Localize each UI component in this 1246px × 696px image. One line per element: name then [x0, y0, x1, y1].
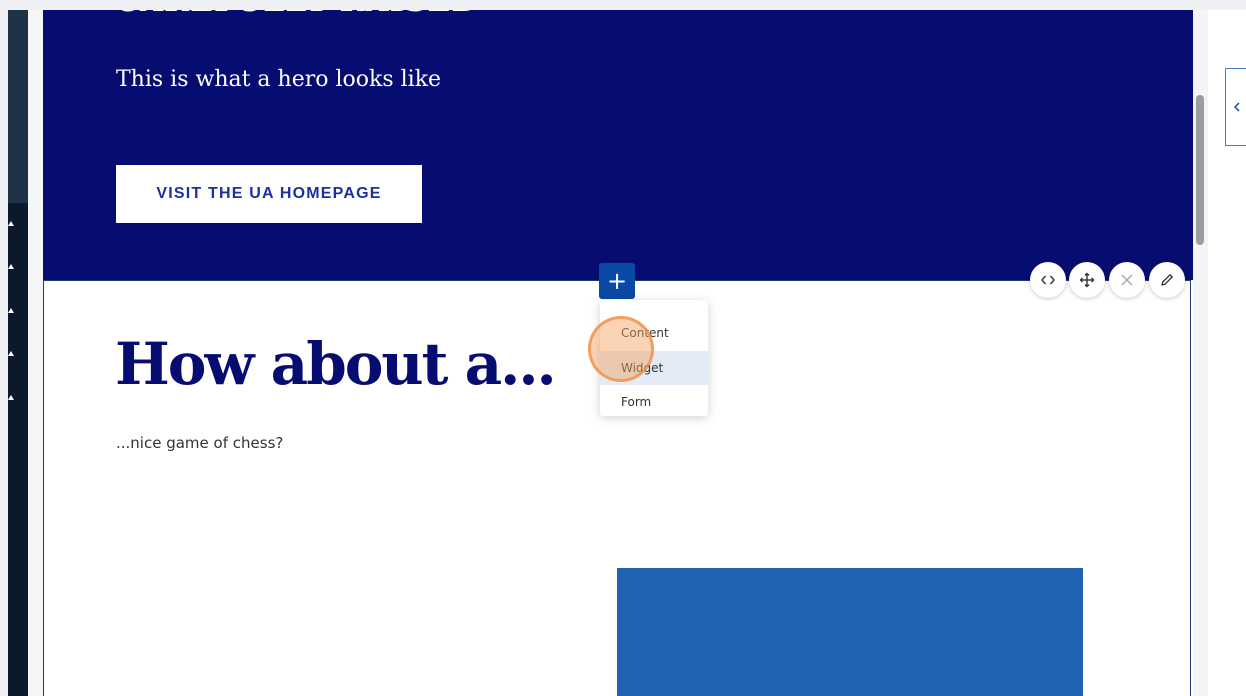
section-body-text: ...nice game of chess? — [116, 434, 284, 452]
collapse-up-icon[interactable] — [8, 221, 14, 226]
menu-item-content[interactable]: Content — [600, 316, 708, 350]
menu-item-form[interactable]: Form — [600, 385, 708, 419]
left-rail-lower — [8, 203, 28, 696]
left-editor-rail — [8, 10, 28, 696]
edit-button[interactable] — [1149, 262, 1185, 298]
move-button[interactable] — [1069, 262, 1105, 298]
code-button[interactable] — [1030, 262, 1066, 298]
move-icon — [1079, 272, 1095, 288]
menu-item-widget[interactable]: Widget — [600, 351, 708, 385]
pencil-icon — [1161, 274, 1173, 286]
collapse-up-icon[interactable] — [8, 351, 14, 356]
hero-eyebrow: CAREFULLY RAISED — [115, 10, 478, 19]
blue-content-block[interactable] — [617, 568, 1083, 696]
hero-section[interactable]: CAREFULLY RAISED This is what a hero loo… — [43, 10, 1193, 280]
collapse-up-icon[interactable] — [8, 308, 14, 313]
chevron-left-icon — [1233, 102, 1240, 112]
visit-homepage-button[interactable]: VISIT THE UA HOMEPAGE — [116, 165, 422, 223]
add-block-button[interactable]: + — [599, 263, 635, 299]
expand-panel-button[interactable] — [1225, 68, 1246, 146]
right-side-panel — [1208, 10, 1246, 696]
close-icon — [1121, 274, 1133, 286]
page-gutter — [28, 10, 43, 696]
code-icon — [1041, 275, 1055, 285]
add-block-menu: Content Widget Form — [600, 300, 708, 416]
remove-button[interactable] — [1109, 262, 1145, 298]
scrollbar-thumb[interactable] — [1196, 95, 1204, 245]
hero-subtitle: This is what a hero looks like — [116, 67, 442, 92]
page-scrollbar[interactable] — [1193, 10, 1208, 696]
section-title: How about a... — [115, 330, 557, 398]
collapse-up-icon[interactable] — [8, 264, 14, 269]
page-canvas: CAREFULLY RAISED This is what a hero loo… — [43, 10, 1193, 696]
collapse-up-icon[interactable] — [8, 395, 14, 400]
